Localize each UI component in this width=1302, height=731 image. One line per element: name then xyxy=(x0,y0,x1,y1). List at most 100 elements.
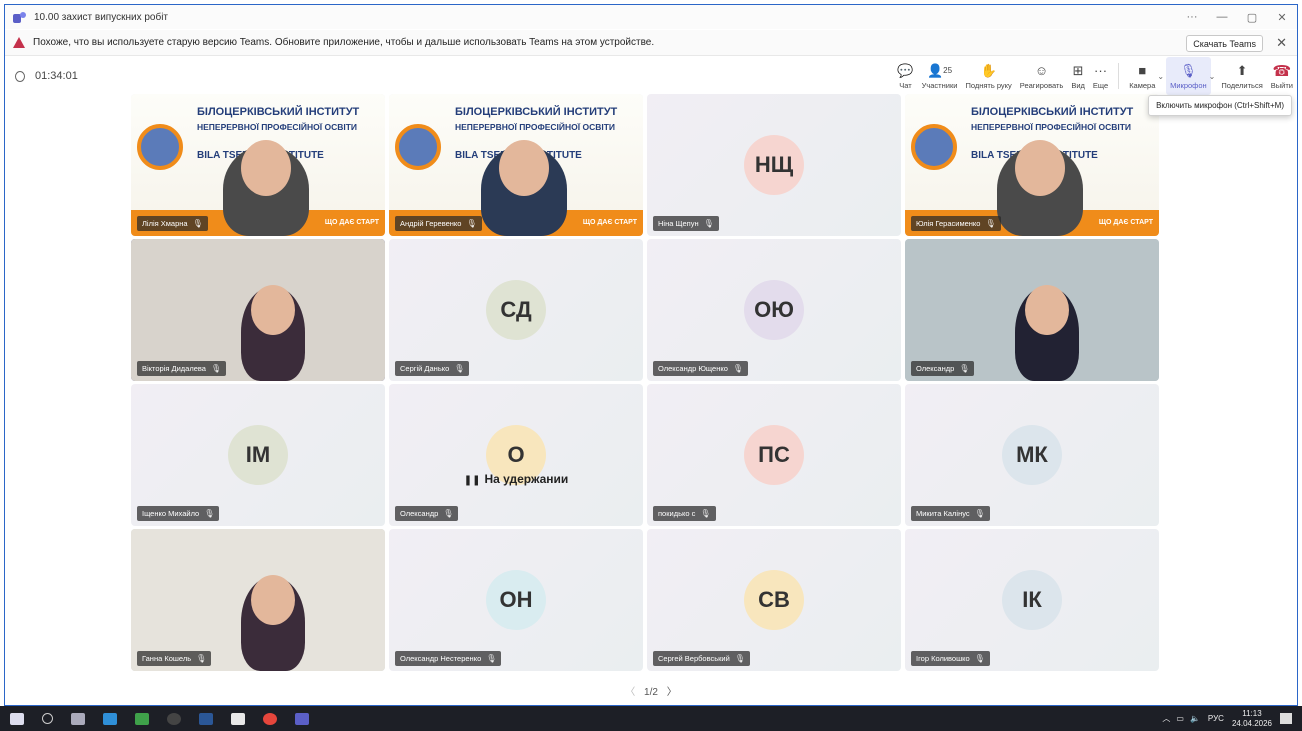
participant-video xyxy=(131,239,385,381)
participant-tile[interactable]: ІМ Іщенко Михайло 🎙 xyxy=(131,384,385,526)
react-button[interactable]: ☺ Реагировать xyxy=(1016,57,1068,95)
on-hold-text: На удержании xyxy=(484,472,569,486)
microphone-button[interactable]: 🎙 Микрофон xyxy=(1166,57,1211,95)
participant-nameplate: Ганна Кошель 🎙 xyxy=(137,651,212,666)
participant-name: Іщенко Михайло xyxy=(142,509,200,518)
participant-name: Микита Калінус xyxy=(916,509,970,518)
participant-name: Вікторія Дидалева xyxy=(142,364,206,373)
volume-icon[interactable]: 🔈 xyxy=(1190,714,1200,723)
participant-tile[interactable]: Ганна Кошель 🎙 xyxy=(131,529,385,671)
participant-nameplate: Ніна Щепун 🎙 xyxy=(653,216,719,231)
tray-chevron-icon[interactable]: ︿ xyxy=(1162,713,1170,724)
participant-avatar: ОН xyxy=(486,570,546,630)
people-icon: 👤 25 xyxy=(926,62,953,78)
participant-tile[interactable]: ПС покидько с 🎙 xyxy=(647,384,901,526)
download-teams-button[interactable]: Скачать Teams xyxy=(1186,35,1263,52)
leave-label: Выйти xyxy=(1270,80,1293,90)
minimize-button[interactable]: — xyxy=(1207,5,1237,29)
mic-tooltip: Включить микрофон (Ctrl+Shift+M) xyxy=(1148,95,1292,116)
language-indicator[interactable]: РУС xyxy=(1208,714,1224,723)
participant-grid: БІЛОЦЕРКІВСЬКИЙ ІНСТИТУТ НЕПЕРЕРВНОЇ ПРОФ… xyxy=(131,94,1159,671)
camera-options-chevron-icon[interactable]: ⌄ xyxy=(1157,72,1164,81)
banner-text: Похоже, что вы используете старую версию… xyxy=(33,37,655,48)
image-app-icon[interactable] xyxy=(135,712,149,725)
mic-off-icon: 🎙 xyxy=(974,509,985,518)
participant-tile[interactable]: МК Микита Калінус 🎙 xyxy=(905,384,1159,526)
media-app-icon[interactable] xyxy=(103,712,117,725)
participant-tile[interactable]: Вікторія Дидалева 🎙 xyxy=(131,239,385,381)
participant-tile[interactable]: Олександр 🎙 xyxy=(905,239,1159,381)
notifications-icon[interactable] xyxy=(1280,713,1292,724)
word-icon[interactable] xyxy=(199,712,213,725)
mic-off-icon: 🎙 xyxy=(196,654,207,663)
participant-tile[interactable]: НЩ Ніна Щепун 🎙 xyxy=(647,94,901,236)
participant-name: Ніна Щепун xyxy=(658,219,699,228)
raise-hand-label: Поднять руку xyxy=(965,80,1012,90)
share-button[interactable]: ⬆ Поделиться xyxy=(1217,57,1266,95)
file-app-icon[interactable] xyxy=(231,712,245,725)
window-controls: ··· — ▢ ✕ xyxy=(1177,5,1297,29)
participant-tile[interactable]: СВ Сергей Вербовський 🎙 xyxy=(647,529,901,671)
participant-nameplate: Олександр Ющенко 🎙 xyxy=(653,361,749,376)
participant-video xyxy=(481,140,567,236)
participant-tile[interactable]: СД Сергій Данько 🎙 xyxy=(389,239,643,381)
maximize-button[interactable]: ▢ xyxy=(1237,5,1267,29)
participant-tile[interactable]: БІЛОЦЕРКІВСЬКИЙ ІНСТИТУТ НЕПЕРЕРВНОЇ ПРОФ… xyxy=(131,94,385,236)
radio-app-icon[interactable] xyxy=(167,712,181,725)
participant-nameplate: Олександр Нестеренко 🎙 xyxy=(395,651,502,666)
view-button[interactable]: ⊞ Вид xyxy=(1067,57,1089,95)
mic-off-icon: 🎙 xyxy=(454,364,465,373)
view-label: Вид xyxy=(1071,80,1085,90)
chat-label: Чат xyxy=(899,80,912,90)
share-icon: ⬆ xyxy=(1236,62,1248,78)
next-page-icon[interactable]: 〉 xyxy=(667,687,677,698)
more-button[interactable]: ··· Еще xyxy=(1089,57,1112,95)
participant-tile[interactable]: О ❚❚ На удержании Олександр 🎙 xyxy=(389,384,643,526)
participants-button[interactable]: 👤 25 Участники xyxy=(918,57,962,95)
participant-nameplate: Микита Калінус 🎙 xyxy=(911,506,990,521)
participant-tile[interactable]: БІЛОЦЕРКІВСЬКИЙ ІНСТИТУТ НЕПЕРЕРВНОЇ ПРОФ… xyxy=(389,94,643,236)
prev-page-icon[interactable]: 〈 xyxy=(625,687,635,698)
network-icon[interactable]: ▭ xyxy=(1176,714,1184,723)
slide-subtitle: НЕПЕРЕРВНОЇ ПРОФЕСІЙНОЇ ОСВІТИ xyxy=(197,122,358,132)
mic-options-chevron-icon[interactable]: ⌄ xyxy=(1209,72,1216,81)
clock-time: 11:13 xyxy=(1242,708,1262,718)
timer-text: 01:34:01 xyxy=(35,70,78,82)
more-label: Еще xyxy=(1092,80,1109,90)
close-banner-icon[interactable]: ✕ xyxy=(1276,35,1287,51)
chrome-icon[interactable] xyxy=(263,712,277,725)
grid-icon: ⊞ xyxy=(1072,62,1084,78)
more-window-button[interactable]: ··· xyxy=(1177,5,1207,29)
participant-avatar: ІК xyxy=(1002,570,1062,630)
participant-tile[interactable]: БІЛОЦЕРКІВСЬКИЙ ІНСТИТУТ НЕПЕРЕРВНОЇ ПРОФ… xyxy=(905,94,1159,236)
participant-name: Олександр Нестеренко xyxy=(400,654,482,663)
participant-name: Олександр xyxy=(916,364,955,373)
clock[interactable]: 11:13 24.04.2026 xyxy=(1232,709,1272,729)
mic-off-icon: 🎙 xyxy=(1180,62,1197,78)
participant-nameplate: Ігор Коливошко 🎙 xyxy=(911,651,990,666)
participant-name: Лілія Хмарна xyxy=(142,219,188,228)
camera-button[interactable]: ■ Камера xyxy=(1125,57,1159,95)
search-icon[interactable] xyxy=(42,713,53,724)
mic-off-icon: 🎙 xyxy=(486,654,497,663)
chat-button[interactable]: 💬 Чат xyxy=(893,57,917,95)
pause-icon: ❚❚ xyxy=(463,475,481,486)
close-window-button[interactable]: ✕ xyxy=(1267,5,1297,29)
slide-subtitle: НЕПЕРЕРВНОЇ ПРОФЕСІЙНОЇ ОСВІТИ xyxy=(455,122,616,132)
windows-start-icon[interactable] xyxy=(10,712,24,725)
slide-slogan: ЩО ДАЄ СТАРТ xyxy=(582,219,637,226)
update-banner: Похоже, что вы используете старую версию… xyxy=(5,30,1297,56)
participant-video xyxy=(131,529,385,671)
task-view-icon[interactable] xyxy=(71,712,85,725)
participant-name: Олександр xyxy=(400,509,439,518)
participant-tile[interactable]: ІК Ігор Коливошко 🎙 xyxy=(905,529,1159,671)
teams-taskbar-icon[interactable] xyxy=(295,712,309,725)
meeting-timer: 01:34:01 xyxy=(15,70,78,82)
participant-nameplate: Лілія Хмарна 🎙 xyxy=(137,216,208,231)
leave-button[interactable]: ☎ Выйти xyxy=(1267,57,1297,95)
participant-tile[interactable]: ОН Олександр Нестеренко 🎙 xyxy=(389,529,643,671)
participant-avatar: ІМ xyxy=(228,425,288,485)
participant-tile[interactable]: ОЮ Олександр Ющенко 🎙 xyxy=(647,239,901,381)
hand-icon: ✋ xyxy=(980,62,997,78)
raise-hand-button[interactable]: ✋ Поднять руку xyxy=(961,57,1015,95)
